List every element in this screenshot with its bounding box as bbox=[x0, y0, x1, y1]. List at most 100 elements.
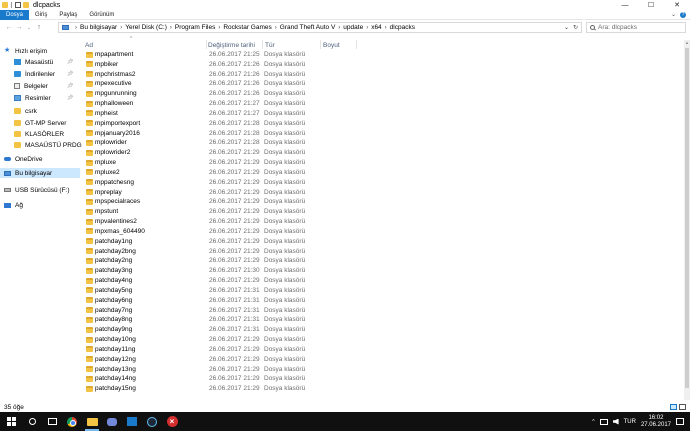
column-header-size[interactable]: Boyut bbox=[323, 40, 340, 50]
file-row[interactable]: patchday1ng 26.06.2017 21:29 Dosya klasörü bbox=[83, 237, 323, 246]
file-row[interactable]: patchday9ng 26.06.2017 21:31 Dosya klasörü bbox=[83, 325, 323, 334]
nav-quick-access[interactable]: ★ Hızlı erişim bbox=[4, 46, 47, 56]
nav-documents[interactable]: Belgeler bbox=[14, 81, 48, 91]
file-row[interactable]: mplowrider2 26.06.2017 21:29 Dosya klasörü bbox=[83, 148, 323, 157]
file-row[interactable]: mpgunrunning 26.06.2017 21:26 Dosya klasör… bbox=[83, 89, 323, 98]
chevron-right-icon[interactable]: › bbox=[170, 25, 172, 31]
taskbar-file-explorer[interactable] bbox=[82, 412, 102, 431]
breadcrumb-gta-v[interactable]: Grand Theft Auto V bbox=[280, 24, 336, 31]
taskbar-store[interactable] bbox=[122, 412, 142, 431]
column-header-type[interactable]: Tür bbox=[265, 40, 275, 50]
taskbar-chrome[interactable] bbox=[62, 412, 82, 431]
column-divider[interactable] bbox=[320, 40, 321, 49]
nav-pictures[interactable]: Resimler bbox=[14, 93, 51, 103]
network-status-icon[interactable] bbox=[599, 418, 608, 425]
taskbar-discord[interactable] bbox=[102, 412, 122, 431]
search-placeholder[interactable]: Ara: dlcpacks bbox=[598, 24, 637, 31]
task-view-button[interactable] bbox=[42, 412, 62, 431]
nav-gt-mp-server[interactable]: GT-MP Server bbox=[14, 118, 66, 128]
nav-onedrive[interactable]: OneDrive bbox=[4, 154, 42, 164]
nav-desktop[interactable]: Masaüstü bbox=[14, 57, 53, 67]
file-row[interactable]: mpimportexport 26.06.2017 21:28 Dosya klas… bbox=[83, 119, 323, 128]
file-row[interactable]: mpapartment 26.06.2017 21:25 Dosya klasörü bbox=[83, 50, 323, 59]
file-row[interactable]: patchday14ng 26.06.2017 21:29 Dosya klasör… bbox=[83, 374, 323, 383]
file-row[interactable]: mpspecialraces 26.06.2017 21:29 Dosya klas… bbox=[83, 197, 323, 206]
file-row[interactable]: patchday2bng 26.06.2017 21:29 Dosya klasör… bbox=[83, 247, 323, 256]
breadcrumb-rockstar-games[interactable]: Rockstar Games bbox=[223, 24, 271, 31]
file-row[interactable]: mpheist 26.06.2017 21:27 Dosya klasörü bbox=[83, 109, 323, 118]
file-row[interactable]: patchday13ng 26.06.2017 21:29 Dosya klasör… bbox=[83, 365, 323, 374]
up-arrow-icon[interactable]: ↑ bbox=[34, 24, 44, 31]
file-row[interactable]: patchday5ng 26.06.2017 21:31 Dosya klasörü bbox=[83, 286, 323, 295]
scroll-up-icon[interactable]: ▲ bbox=[684, 40, 690, 45]
chevron-down-icon[interactable]: ⌄ bbox=[564, 24, 569, 31]
tab-share[interactable]: Paylaş bbox=[53, 10, 83, 20]
details-view-icon[interactable] bbox=[670, 404, 677, 410]
file-row[interactable]: patchday10ng 26.06.2017 21:29 Dosya klasör… bbox=[83, 335, 323, 344]
file-row[interactable]: patchday2ng 26.06.2017 21:29 Dosya klasörü bbox=[83, 256, 323, 265]
file-row[interactable]: mplowrider 26.06.2017 21:28 Dosya klasörü bbox=[83, 138, 323, 147]
search-box[interactable]: Ara: dlcpacks bbox=[586, 22, 686, 33]
tab-home[interactable]: Giriş bbox=[29, 10, 53, 20]
breadcrumb-this-pc[interactable]: Bu bilgisayar bbox=[80, 24, 117, 31]
column-header-date[interactable]: Değiştirme tarihi bbox=[208, 40, 255, 50]
nav-this-pc[interactable]: Bu bilgisayar bbox=[0, 168, 80, 178]
action-center-icon[interactable] bbox=[676, 418, 684, 425]
file-row[interactable]: patchday11ng 26.06.2017 21:29 Dosya klasör… bbox=[83, 345, 323, 354]
file-row[interactable]: mpvalentines2 26.06.2017 21:29 Dosya klasö… bbox=[83, 217, 323, 226]
expand-ribbon-icon[interactable]: ⌄ bbox=[671, 11, 676, 18]
tab-file[interactable]: Dosya bbox=[0, 9, 30, 20]
properties-icon[interactable] bbox=[15, 2, 21, 8]
chevron-right-icon[interactable]: › bbox=[385, 25, 387, 31]
column-divider[interactable] bbox=[356, 40, 357, 49]
file-row[interactable]: mpreplay 26.06.2017 21:29 Dosya klasörü bbox=[83, 188, 323, 197]
file-row[interactable]: patchday4ng 26.06.2017 21:29 Dosya klasörü bbox=[83, 276, 323, 285]
maximize-button[interactable]: ☐ bbox=[638, 0, 664, 10]
tab-view[interactable]: Görünüm bbox=[83, 10, 120, 20]
nav-csrk[interactable]: csrk bbox=[14, 106, 37, 116]
breadcrumb-dlcpacks[interactable]: dlcpacks bbox=[390, 24, 415, 31]
chevron-right-icon[interactable]: › bbox=[120, 25, 122, 31]
file-row[interactable]: patchday7ng 26.06.2017 21:31 Dosya klasörü bbox=[83, 306, 323, 315]
nav-masaustu-prdg[interactable]: MASAÜSTÜ PRDG bbox=[14, 140, 82, 150]
file-row[interactable]: mpexecutive 26.06.2017 21:26 Dosya klasörü bbox=[83, 79, 323, 88]
nav-downloads[interactable]: İndirilenler bbox=[14, 69, 55, 79]
file-row[interactable]: mpxmas_604490 26.06.2017 21:29 Dosya klasö… bbox=[83, 227, 323, 236]
start-button[interactable] bbox=[0, 412, 22, 431]
file-row[interactable]: patchday6ng 26.06.2017 21:31 Dosya klasörü bbox=[83, 296, 323, 305]
refresh-icon[interactable]: ↻ bbox=[573, 24, 578, 31]
column-divider[interactable] bbox=[262, 40, 263, 49]
file-row[interactable]: mpjanuary2016 26.06.2017 21:28 Dosya klasö… bbox=[83, 129, 323, 138]
chevron-right-icon[interactable]: › bbox=[366, 25, 368, 31]
back-arrow-icon[interactable]: ← bbox=[4, 24, 14, 31]
search-button[interactable] bbox=[22, 412, 42, 431]
nav-network[interactable]: Ağ bbox=[4, 200, 23, 210]
file-row[interactable]: patchday8ng 26.06.2017 21:31 Dosya klasörü bbox=[83, 315, 323, 324]
close-button[interactable]: ✕ bbox=[664, 0, 690, 10]
scrollbar-thumb[interactable] bbox=[685, 48, 689, 388]
volume-icon[interactable] bbox=[612, 418, 619, 425]
address-bar[interactable]: › Bu bilgisayar › Yerel Disk (C:) › Prog… bbox=[58, 22, 582, 33]
help-icon[interactable]: ? bbox=[680, 11, 686, 18]
file-row[interactable]: mphalloween 26.06.2017 21:27 Dosya klasörü bbox=[83, 99, 323, 108]
forward-arrow-icon[interactable]: → bbox=[14, 24, 24, 31]
column-divider[interactable] bbox=[206, 40, 207, 49]
file-row[interactable]: patchday12ng 26.06.2017 21:29 Dosya klasör… bbox=[83, 355, 323, 364]
file-row[interactable]: mpluxe2 26.06.2017 21:29 Dosya klasörü bbox=[83, 168, 323, 177]
breadcrumb-program-files[interactable]: Program Files bbox=[175, 24, 215, 31]
clock[interactable]: 16:02 27.06.2017 bbox=[641, 415, 671, 429]
new-folder-icon[interactable] bbox=[23, 2, 29, 8]
breadcrumb-x64[interactable]: x64 bbox=[371, 24, 381, 31]
large-icons-view-icon[interactable] bbox=[679, 404, 686, 410]
show-hidden-icons-icon[interactable]: ^ bbox=[592, 419, 594, 425]
chevron-right-icon[interactable]: › bbox=[338, 25, 340, 31]
input-language[interactable]: TUR bbox=[624, 419, 636, 425]
chevron-right-icon[interactable]: › bbox=[218, 25, 220, 31]
breadcrumb-local-disk[interactable]: Yerel Disk (C:) bbox=[125, 24, 167, 31]
file-row[interactable]: mpchristmas2 26.06.2017 21:26 Dosya klasör… bbox=[83, 70, 323, 79]
vertical-scrollbar[interactable]: ▲ bbox=[684, 40, 690, 400]
nav-usb-drive[interactable]: USB Sürücüsü (F:) bbox=[4, 185, 70, 195]
chevron-right-icon[interactable]: › bbox=[275, 25, 277, 31]
breadcrumb-update[interactable]: update bbox=[343, 24, 363, 31]
recent-locations-icon[interactable]: ⌄ bbox=[24, 25, 34, 31]
